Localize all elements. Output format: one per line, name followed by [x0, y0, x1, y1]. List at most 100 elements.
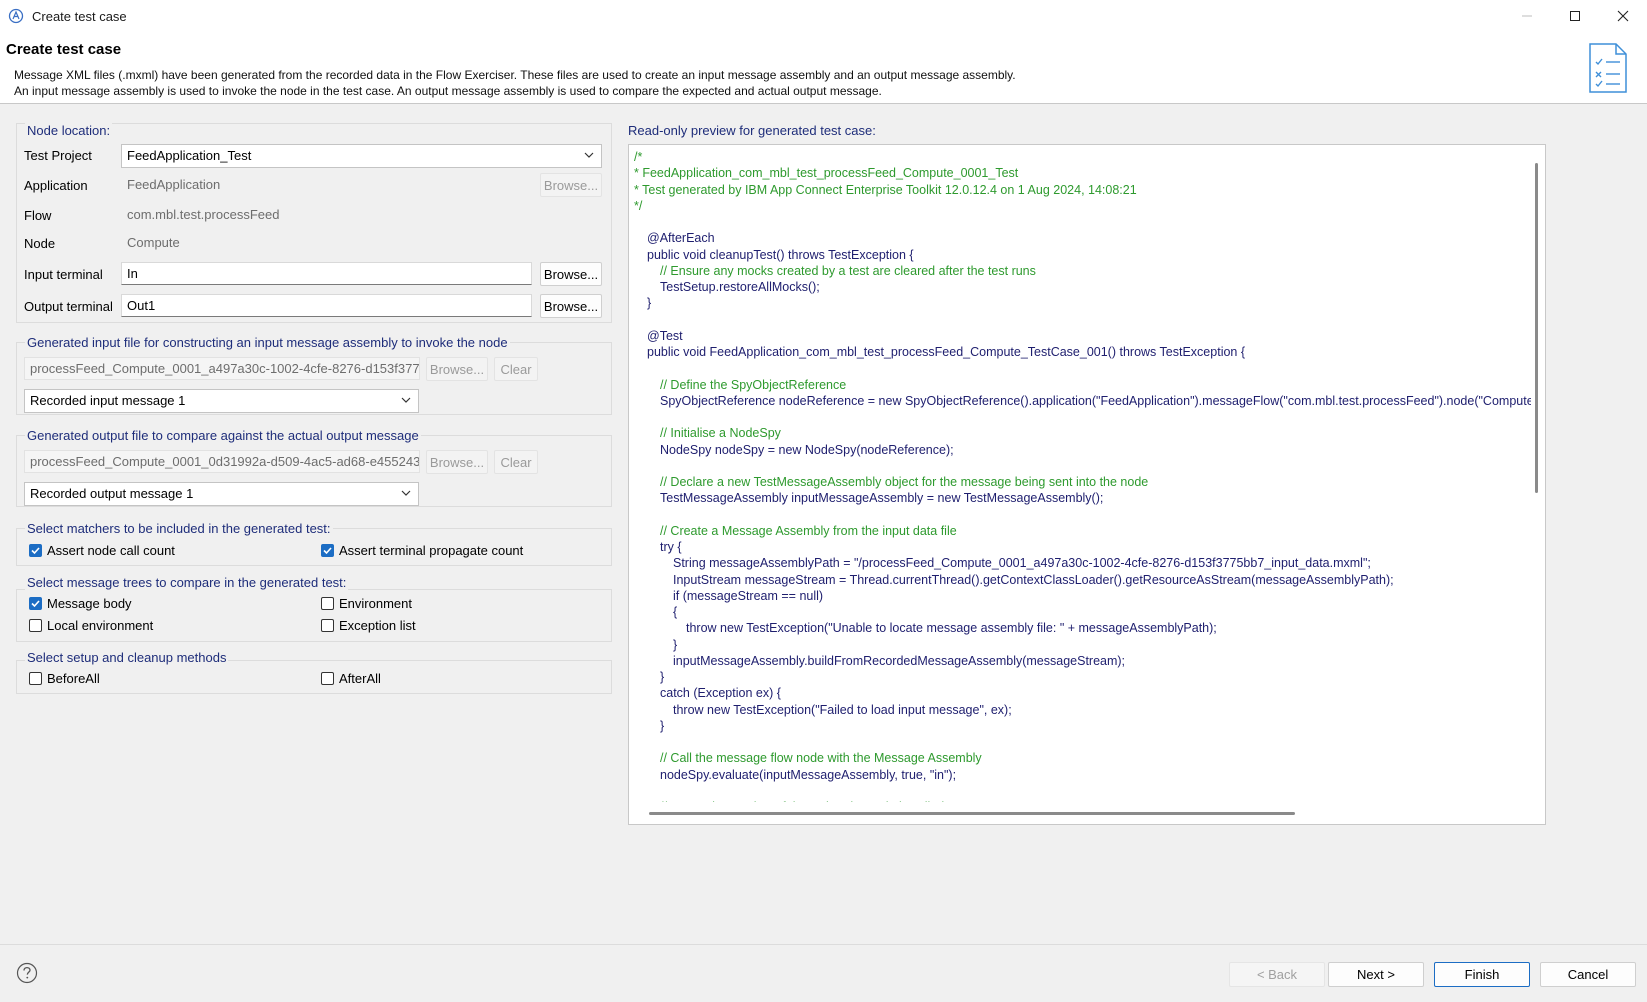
exception-list-checkbox[interactable]: Exception list — [321, 618, 416, 633]
description-line-2: An input message assembly is used to inv… — [14, 84, 882, 98]
checkbox-unchecked-icon — [321, 597, 334, 610]
output-file-clear-button[interactable]: Clear — [494, 450, 538, 474]
code-line: public void cleanupTest() throws TestExc… — [647, 247, 914, 262]
exception-list-label: Exception list — [339, 618, 416, 633]
message-trees-label: Select message trees to compare in the g… — [25, 575, 349, 590]
after-all-label: AfterAll — [339, 671, 381, 686]
code-line: public void FeedApplication_com_mbl_test… — [647, 345, 1246, 359]
input-terminal-label: Input terminal — [24, 267, 103, 282]
page-description: Message XML files (.mxml) have been gene… — [14, 67, 1016, 99]
assert-node-call-count-checkbox[interactable]: Assert node call count — [29, 543, 175, 558]
code-preview-panel[interactable]: /* * FeedApplication_com_mbl_test_process… — [628, 144, 1546, 825]
code-line: // Assert the number of times that the n… — [660, 799, 944, 802]
assert-node-call-count-label: Assert node call count — [47, 543, 175, 558]
checkbox-checked-icon — [29, 544, 42, 557]
maximize-button[interactable] — [1551, 0, 1599, 32]
code-line: nodeSpy.evaluate(inputMessageAssembly, t… — [660, 767, 957, 782]
code-line: catch (Exception ex) { — [660, 686, 781, 701]
application-field: FeedApplication — [121, 173, 532, 196]
finish-button[interactable]: Finish — [1434, 962, 1530, 987]
application-browse-button[interactable]: Browse... — [540, 173, 602, 197]
horizontal-scrollbar[interactable] — [649, 812, 1295, 815]
cancel-button[interactable]: Cancel — [1540, 962, 1636, 987]
window-controls — [1503, 0, 1647, 32]
minimize-button[interactable] — [1503, 0, 1551, 32]
code-line: // Define the SpyObjectReference — [660, 377, 847, 392]
message-body-label: Message body — [47, 596, 132, 611]
window-titlebar: Create test case — [0, 0, 1647, 32]
chevron-down-icon — [401, 490, 411, 496]
code-line: // Create a Message Assembly from the in… — [660, 523, 957, 538]
checkbox-unchecked-icon — [321, 672, 334, 685]
code-line: throw new TestException("Failed to load … — [673, 702, 1012, 717]
code-line: SpyObjectReference nodeReference = new S… — [660, 393, 1531, 408]
code-line: // Call the message flow node with the M… — [660, 751, 982, 766]
environment-checkbox[interactable]: Environment — [321, 596, 412, 611]
checkbox-unchecked-icon — [29, 619, 42, 632]
matchers-label: Select matchers to be included in the ge… — [25, 521, 333, 536]
code-line: TestMessageAssembly inputMessageAssembly… — [660, 491, 1104, 506]
input-message-select[interactable]: Recorded input message 1 — [24, 389, 419, 413]
checkbox-unchecked-icon — [321, 619, 334, 632]
flow-label: Flow — [24, 208, 52, 223]
chevron-down-icon — [401, 397, 411, 403]
minimize-icon — [1522, 15, 1532, 17]
vertical-scrollbar[interactable] — [1535, 163, 1538, 493]
node-location-label: Node location: — [25, 123, 113, 138]
close-window-button[interactable] — [1599, 0, 1647, 32]
application-label: Application — [24, 178, 88, 193]
before-all-label: BeforeAll — [47, 671, 100, 686]
maximize-icon — [1570, 11, 1580, 21]
code-line: * FeedApplication_com_mbl_test_processFe… — [634, 166, 1019, 181]
test-project-select[interactable]: FeedApplication_Test — [121, 144, 602, 168]
code-line: // Initialise a NodeSpy — [660, 426, 781, 441]
footer-divider — [0, 944, 1647, 945]
code-line: TestSetup.restoreAllMocks(); — [660, 280, 820, 294]
test-document-icon — [1589, 43, 1627, 93]
code-line: @Test — [647, 328, 683, 343]
after-all-checkbox[interactable]: AfterAll — [321, 671, 381, 686]
local-environment-label: Local environment — [47, 618, 154, 633]
help-icon[interactable] — [16, 962, 38, 984]
code-line: } — [647, 296, 652, 311]
output-terminal-browse-button[interactable]: Browse... — [540, 294, 602, 318]
code-line: } — [673, 637, 678, 652]
input-terminal-field[interactable]: In — [121, 262, 532, 285]
output-file-field: processFeed_Compute_0001_0d31992a-d509-4… — [24, 450, 420, 473]
output-message-value: Recorded output message 1 — [30, 486, 194, 501]
input-file-field: processFeed_Compute_0001_a497a30c-1002-4… — [24, 357, 420, 380]
back-button[interactable]: < Back — [1229, 962, 1325, 987]
test-project-value: FeedApplication_Test — [127, 148, 252, 163]
chevron-down-icon — [584, 152, 594, 158]
message-body-checkbox[interactable]: Message body — [29, 596, 132, 611]
code-line: NodeSpy nodeSpy = new NodeSpy(nodeRefere… — [660, 442, 954, 457]
code-line: String messageAssemblyPath = "/processFe… — [673, 556, 1371, 571]
assert-terminal-propagate-count-checkbox[interactable]: Assert terminal propagate count — [321, 543, 523, 558]
output-message-select[interactable]: Recorded output message 1 — [24, 482, 419, 506]
code-line: throw new TestException("Unable to locat… — [686, 621, 1217, 636]
checkbox-checked-icon — [321, 544, 334, 557]
assert-terminal-propagate-count-label: Assert terminal propagate count — [339, 543, 524, 558]
output-file-browse-button[interactable]: Browse... — [426, 450, 488, 474]
code-line: } — [660, 718, 665, 733]
preview-label: Read-only preview for generated test cas… — [628, 123, 876, 138]
output-terminal-field[interactable]: Out1 — [121, 294, 532, 317]
code-line: // Ensure any mocks created by a test ar… — [660, 263, 1036, 278]
code-line: try { — [660, 540, 682, 554]
flow-field: com.mbl.test.processFeed — [121, 203, 602, 226]
setup-methods-group — [16, 660, 612, 694]
app-logo-icon — [8, 8, 24, 24]
input-terminal-browse-button[interactable]: Browse... — [540, 262, 602, 286]
input-file-clear-button[interactable]: Clear — [494, 357, 538, 381]
local-environment-checkbox[interactable]: Local environment — [29, 618, 153, 633]
input-file-browse-button[interactable]: Browse... — [426, 357, 488, 381]
code-line: * Test generated by IBM App Connect Ente… — [634, 182, 1137, 197]
before-all-checkbox[interactable]: BeforeAll — [29, 671, 100, 686]
next-button[interactable]: Next > — [1328, 962, 1424, 987]
checkbox-checked-icon — [29, 597, 42, 610]
wizard-header: Create test case Message XML files (.mxm… — [0, 32, 1647, 104]
code-line: /* — [634, 150, 643, 164]
code-line: InputStream messageStream = Thread.curre… — [673, 572, 1394, 587]
close-icon — [1617, 10, 1629, 22]
node-field: Compute — [121, 231, 602, 254]
